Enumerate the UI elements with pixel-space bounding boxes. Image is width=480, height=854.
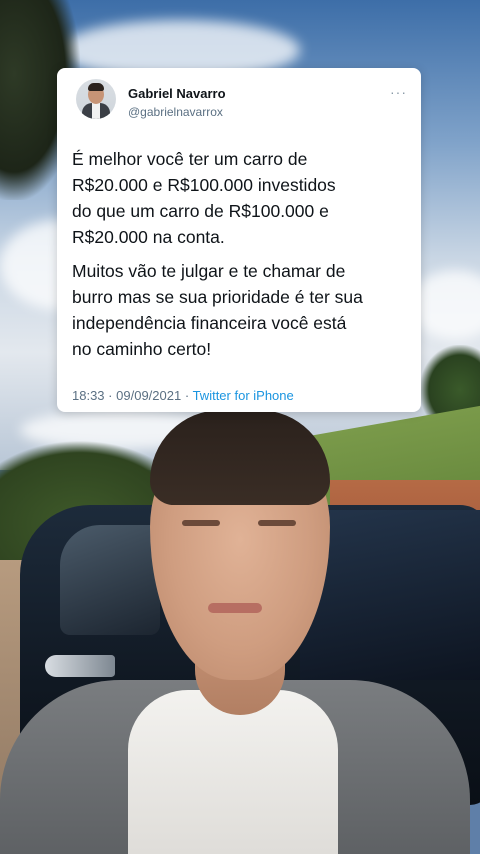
tweet-meta: 18:33 · 09/09/2021 · Twitter for iPhone bbox=[72, 388, 294, 403]
tweet-date[interactable]: 09/09/2021 bbox=[116, 388, 181, 403]
author-name[interactable]: Gabriel Navarro bbox=[128, 86, 226, 101]
meta-separator: · bbox=[184, 388, 190, 403]
tweet-paragraph: Muitos vão te julgar e te chamar de burr… bbox=[72, 261, 363, 359]
tweet-card[interactable]: Gabriel Navarro @gabrielnavarrox ··· É m… bbox=[57, 68, 421, 412]
tweet-text: É melhor você ter um carro de R$20.000 e… bbox=[72, 146, 412, 370]
tweet-source[interactable]: Twitter for iPhone bbox=[193, 388, 294, 403]
hair bbox=[150, 410, 330, 505]
tweet-paragraph: É melhor você ter um carro de R$20.000 e… bbox=[72, 149, 336, 247]
tweet-time[interactable]: 18:33 bbox=[72, 388, 105, 403]
eye bbox=[182, 520, 220, 526]
eye bbox=[258, 520, 296, 526]
avatar[interactable] bbox=[76, 79, 116, 119]
more-options-icon[interactable]: ··· bbox=[390, 84, 407, 100]
author-handle[interactable]: @gabrielnavarrox bbox=[128, 105, 223, 119]
mouth bbox=[208, 603, 262, 613]
meta-separator: · bbox=[108, 388, 113, 403]
